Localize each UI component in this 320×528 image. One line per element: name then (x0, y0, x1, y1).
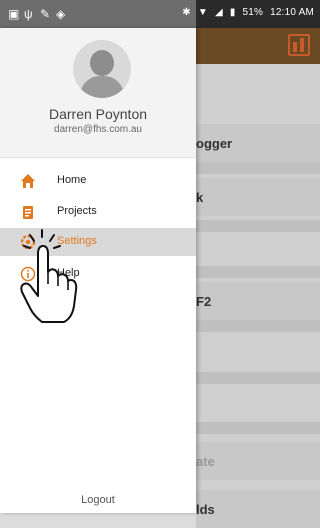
signal-icon: ◢ (214, 7, 223, 18)
wifi-icon: ▼ (197, 7, 208, 18)
user-name: Darren Poynton (48, 106, 148, 122)
logout-button[interactable]: Logout (0, 494, 196, 506)
battery-icon: ▮ (229, 7, 236, 18)
app-bar (196, 28, 320, 64)
wrench-icon: ✎ (40, 7, 51, 21)
avatar-head-shape (90, 50, 114, 76)
drawer-header: Darren Poynton darren@fhs.com.au (0, 28, 196, 158)
clock: 12:10 AM (270, 7, 314, 18)
image-notification-icon: ▣ (8, 7, 20, 21)
tap-hand-icon (20, 229, 78, 323)
list-item[interactable]: ogger (196, 124, 320, 162)
list-item[interactable]: k (196, 178, 320, 216)
menu-label-projects: Projects (57, 205, 97, 217)
menu-item-projects[interactable]: Projects (0, 198, 196, 226)
menu-item-home[interactable]: Home (0, 167, 196, 195)
usb-icon: ψ (24, 7, 33, 21)
home-icon (21, 174, 35, 188)
shield-icon: ◈ (56, 7, 66, 21)
divider (196, 320, 320, 332)
divider (196, 372, 320, 384)
avatar (73, 40, 131, 98)
divider (196, 162, 320, 174)
divider (196, 266, 320, 278)
user-email: darren@fhs.com.au (54, 124, 142, 135)
menu-label-home: Home (57, 174, 87, 186)
battery-level: 51% (242, 7, 264, 18)
bluetooth-icon: ✱ (182, 7, 191, 18)
list-item[interactable]: ate (196, 442, 320, 480)
status-indicators: ✱ ▼ ◢ ▮ 51% 12:10 AM (178, 7, 314, 18)
chart-action-icon[interactable] (288, 34, 310, 56)
list-item[interactable]: F2 (196, 282, 320, 320)
divider (196, 422, 320, 434)
status-bar-left: ▣ ψ ✎ ◈ (0, 0, 196, 28)
divider (196, 220, 320, 232)
status-bar: ▣ ψ ✎ ◈ ✱ ▼ ◢ ▮ 51% 12:10 AM (0, 0, 320, 28)
projects-icon (23, 206, 33, 219)
background-content: ogger k F2 ate lds (196, 64, 320, 528)
list-item[interactable]: lds (196, 490, 320, 528)
avatar-body-shape (80, 76, 124, 98)
